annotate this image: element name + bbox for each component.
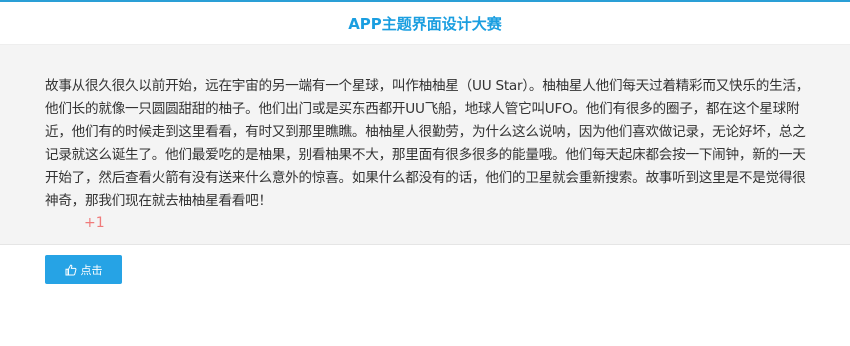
story-text: 故事从很久很久以前开始，远在宇宙的另一端有一个星球，叫作柚柚星（UU Star）… xyxy=(45,78,810,209)
like-button[interactable]: 点击 xyxy=(45,255,122,284)
story-panel: 故事从很久很久以前开始，远在宇宙的另一端有一个星球，叫作柚柚星（UU Star）… xyxy=(0,44,850,245)
like-button-label: 点击 xyxy=(80,263,103,277)
page-title: APP主题界面设计大赛 xyxy=(348,14,502,33)
page: APP主题界面设计大赛 故事从很久很久以前开始，远在宇宙的另一端有一个星球，叫作… xyxy=(0,0,850,346)
thumbs-up-icon xyxy=(65,264,77,276)
plus-one-indicator: +1 xyxy=(84,215,105,231)
header-bar: APP主题界面设计大赛 xyxy=(0,2,850,45)
